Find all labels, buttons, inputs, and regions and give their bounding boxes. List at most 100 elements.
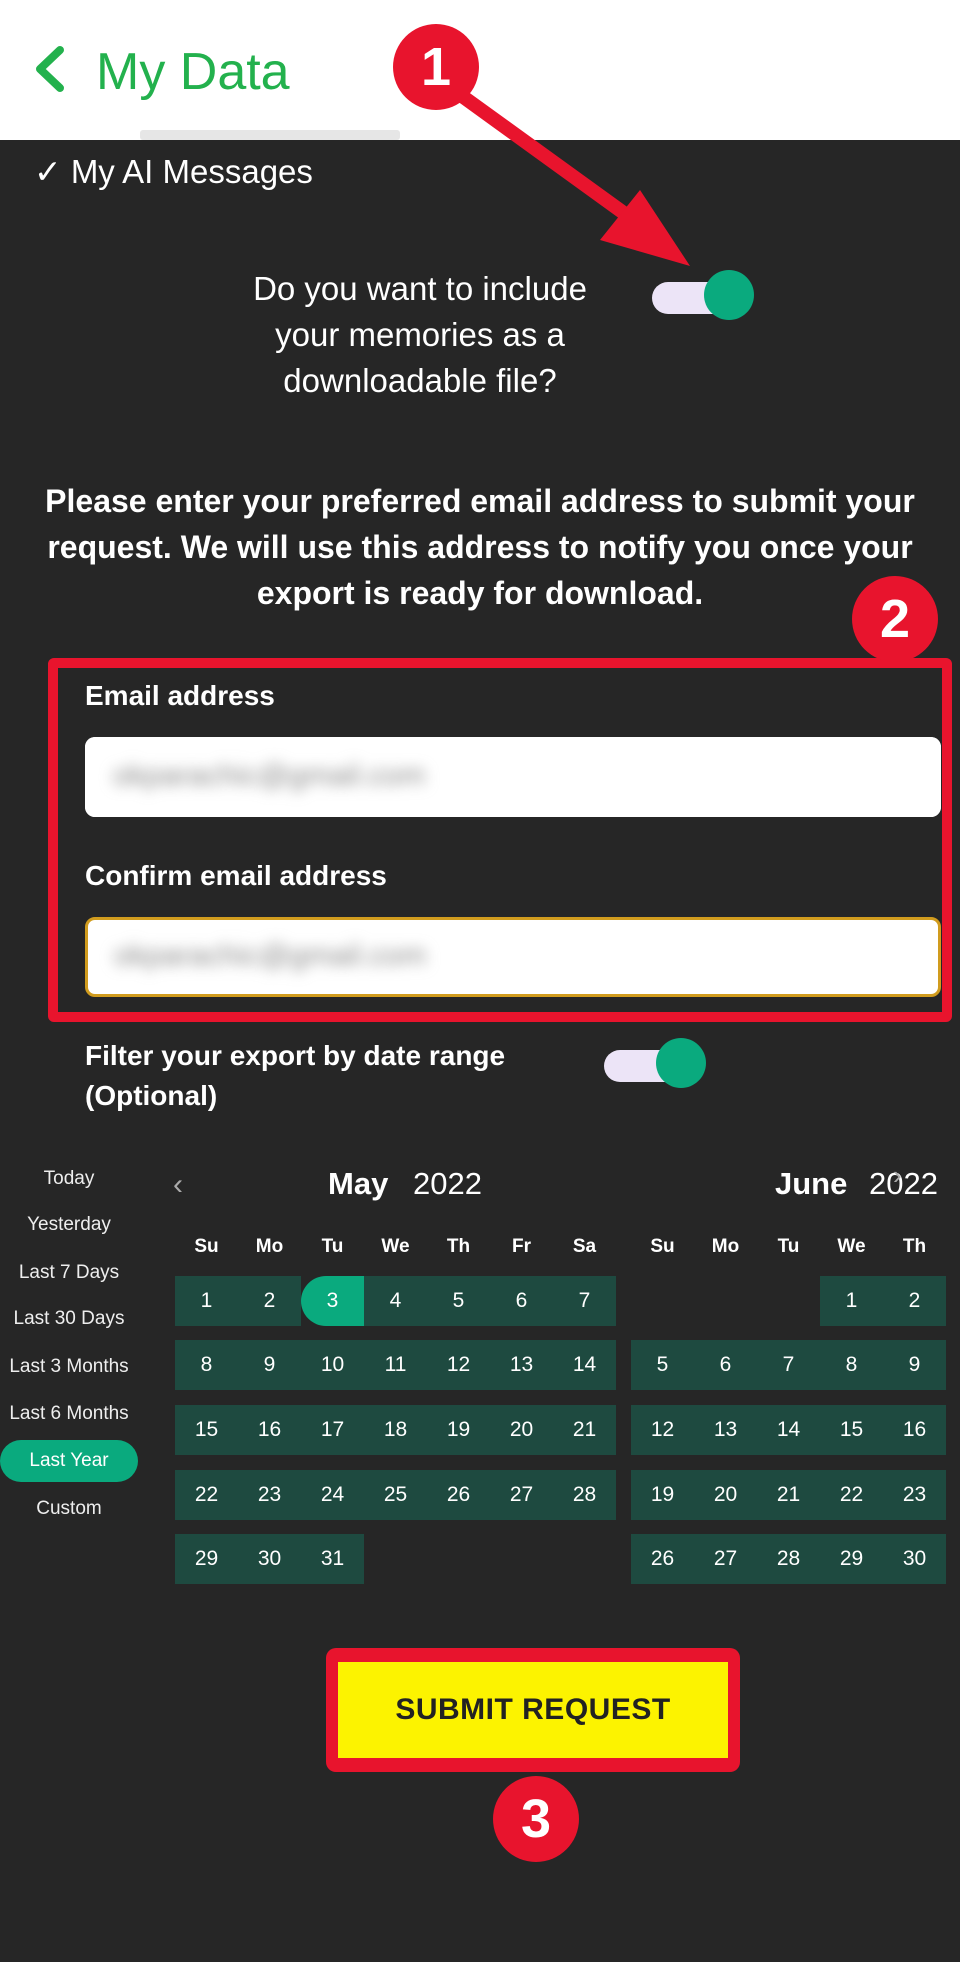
weekday-header: Th [902,1236,927,1257]
calendar-day[interactable]: 2 [238,1276,301,1326]
calendar-day[interactable]: 16 [883,1405,946,1455]
weekday-header: Su [194,1236,219,1257]
confirm-email-label: Confirm email address [85,860,387,891]
annotation-marker-1: 1 [393,24,479,110]
calendar-day[interactable]: 8 [820,1340,883,1390]
calendar-day[interactable]: 13 [694,1405,757,1455]
calendar-day[interactable]: 14 [553,1340,616,1390]
confirm-email-value-blurred: okparachic@gmail.com [114,939,427,972]
calendar-day[interactable]: 17 [301,1405,364,1455]
calendar-day[interactable]: 12 [427,1340,490,1390]
calendar-empty-cell [364,1534,427,1584]
calendar-empty-cell [757,1276,820,1326]
calendar-day[interactable]: 2 [883,1276,946,1326]
right-month-name: June [775,1166,848,1201]
calendar-day[interactable]: 26 [427,1470,490,1520]
calendar-day[interactable]: 23 [883,1470,946,1520]
calendar-day[interactable]: 25 [364,1470,427,1520]
calendar-day[interactable]: 5 [427,1276,490,1326]
calendar-day[interactable]: 19 [631,1470,694,1520]
weekday-header: We [381,1236,410,1257]
right-month-year: 2022 [869,1166,938,1201]
calendar-day[interactable]: 9 [238,1340,301,1390]
annotation-marker-2: 2 [852,576,938,662]
calendar-day[interactable]: 8 [175,1340,238,1390]
calendar-day[interactable]: 4 [364,1276,427,1326]
calendar-day[interactable]: 20 [694,1470,757,1520]
calendar-day[interactable]: 7 [757,1340,820,1390]
calendar-day[interactable]: 20 [490,1405,553,1455]
calendar-day[interactable]: 18 [364,1405,427,1455]
confirm-email-input[interactable]: okparachic@gmail.com [85,917,941,997]
weekday-header: Sa [572,1236,597,1257]
calendar-day[interactable]: 29 [175,1534,238,1584]
weekday-header: Fr [512,1236,531,1257]
weekday-header: We [837,1236,866,1257]
calendar-day[interactable]: 12 [631,1405,694,1455]
calendar-day[interactable]: 13 [490,1340,553,1390]
email-label: Email address [85,680,275,711]
calendar-day[interactable]: 27 [694,1534,757,1584]
calendar-empty-cell [490,1534,553,1584]
calendar-day[interactable]: 22 [820,1470,883,1520]
calendar-day[interactable]: 31 [301,1534,364,1584]
date-filter-label: Filter your export by date range (Option… [85,1040,506,1111]
calendar-day[interactable]: 23 [238,1470,301,1520]
calendar-empty-cell [427,1534,490,1584]
calendar-day[interactable]: 16 [238,1405,301,1455]
submit-request-button[interactable]: SUBMIT REQUEST [338,1662,728,1758]
toggle-knob [656,1038,706,1088]
calendar-day[interactable]: 28 [757,1534,820,1584]
calendar-day[interactable]: 9 [883,1340,946,1390]
left-month-year: 2022 [413,1166,482,1201]
calendar-day[interactable]: 19 [427,1405,490,1455]
memories-toggle[interactable] [652,270,756,320]
calendar-day[interactable]: 22 [175,1470,238,1520]
calendar-day[interactable]: 27 [490,1470,553,1520]
weekday-header: Tu [777,1236,800,1257]
calendar-day[interactable]: 28 [553,1470,616,1520]
calendar-day[interactable]: 14 [757,1405,820,1455]
calendar-day[interactable]: 29 [820,1534,883,1584]
calendar-day[interactable]: 10 [301,1340,364,1390]
calendar-day[interactable]: 11 [364,1340,427,1390]
cut-off-text [140,130,400,144]
weekday-header: Th [446,1236,471,1257]
calendar-day[interactable]: 30 [883,1534,946,1584]
preset-last-year[interactable]: Last Year [0,1440,138,1482]
preset-last-3-months[interactable]: Last 3 Months [0,1346,138,1388]
calendar-empty-cell [553,1534,616,1584]
preset-today[interactable]: Today [0,1158,138,1200]
page-title: My Data [96,43,290,101]
chevron-left-icon[interactable]: ‹ [173,1168,183,1202]
preset-last-7-days[interactable]: Last 7 Days [0,1252,138,1294]
date-filter-toggle[interactable] [604,1038,708,1088]
preset-custom[interactable]: Custom [0,1488,138,1530]
chevron-left-icon[interactable] [30,44,70,94]
preset-last-30-days[interactable]: Last 30 Days [0,1298,138,1340]
chevron-right-icon[interactable]: › [893,1160,902,1191]
calendar-day[interactable]: 15 [175,1405,238,1455]
weekday-header: Mo [255,1236,284,1257]
calendar-day[interactable]: 26 [631,1534,694,1584]
checklist-item: ✓ My AI Messages [34,153,313,190]
calendar-day[interactable]: 30 [238,1534,301,1584]
calendar-day[interactable]: 24 [301,1470,364,1520]
email-value-blurred: okparachic@gmail.com [113,759,426,792]
preset-yesterday[interactable]: Yesterday [0,1204,138,1246]
calendar-day[interactable]: 3 [301,1276,364,1326]
toggle-knob [704,270,754,320]
calendar-day[interactable]: 7 [553,1276,616,1326]
weekday-header: Tu [321,1236,344,1257]
calendar-day[interactable]: 6 [490,1276,553,1326]
calendar-day[interactable]: 5 [631,1340,694,1390]
email-instructions: Please enter your preferred email addres… [45,483,915,611]
calendar-day[interactable]: 21 [757,1470,820,1520]
calendar-day[interactable]: 15 [820,1405,883,1455]
calendar-day[interactable]: 1 [175,1276,238,1326]
app-header: My Data [0,0,960,140]
preset-last-6-months[interactable]: Last 6 Months [0,1393,138,1435]
calendar-day[interactable]: 21 [553,1405,616,1455]
calendar-day[interactable]: 1 [820,1276,883,1326]
calendar-day[interactable]: 6 [694,1340,757,1390]
